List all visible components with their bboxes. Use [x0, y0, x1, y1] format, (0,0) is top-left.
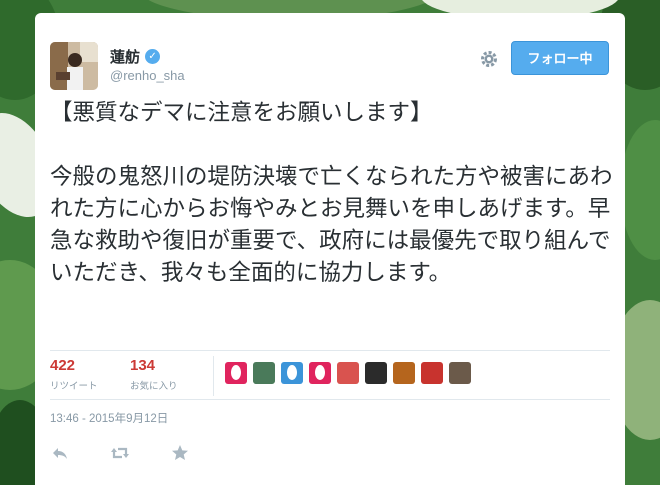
avatar[interactable]: [50, 42, 98, 90]
tweet-actions: [50, 443, 190, 463]
divider: [50, 399, 610, 400]
favorites-stat[interactable]: 134 お気に入り: [130, 357, 210, 397]
avatar-photo-icon: [50, 42, 98, 90]
engager-avatar[interactable]: [393, 362, 415, 384]
engager-avatar[interactable]: [421, 362, 443, 384]
display-name[interactable]: 蓮舫: [110, 46, 140, 67]
engager-avatars: [225, 362, 471, 384]
engager-avatar[interactable]: [365, 362, 387, 384]
tweet-card: 蓮舫 ✓ @renho_sha フォロー中 【悪質なデマに注意をお願いします】 …: [35, 13, 625, 485]
egg-icon: [231, 365, 241, 380]
tweet-stats: 422 リツイート 134 お気に入り: [50, 357, 210, 397]
favorite-icon[interactable]: [170, 443, 190, 463]
engager-avatar[interactable]: [253, 362, 275, 384]
favorites-label: お気に入り: [130, 381, 178, 392]
author-name-row: 蓮舫 ✓: [110, 46, 161, 67]
username-handle[interactable]: @renho_sha: [110, 68, 185, 83]
retweets-label: リツイート: [50, 381, 98, 392]
favorites-count: 134: [130, 357, 156, 374]
tweet-timestamp[interactable]: 13:46 - 2015年9月12日: [50, 410, 168, 426]
gear-icon[interactable]: [479, 49, 499, 69]
background-leaf: [620, 120, 660, 260]
following-button[interactable]: フォロー中: [511, 41, 609, 75]
divider: [50, 350, 610, 351]
tweet-text: 【悪質なデマに注意をお願いします】 今般の鬼怒川の堤防決壊で亡くなられた方や被害…: [50, 100, 613, 286]
default-egg-avatar[interactable]: [225, 362, 247, 384]
engager-avatar[interactable]: [337, 362, 359, 384]
egg-icon: [287, 365, 297, 380]
retweet-icon[interactable]: [110, 443, 130, 463]
default-egg-avatar[interactable]: [281, 362, 303, 384]
retweets-count: 422: [50, 357, 76, 374]
default-egg-avatar[interactable]: [309, 362, 331, 384]
divider: [213, 356, 214, 396]
egg-icon: [315, 365, 325, 380]
verified-badge-icon: ✓: [145, 49, 161, 64]
engager-avatar[interactable]: [449, 362, 471, 384]
reply-icon[interactable]: [50, 443, 70, 463]
retweets-stat[interactable]: 422 リツイート: [50, 357, 130, 397]
